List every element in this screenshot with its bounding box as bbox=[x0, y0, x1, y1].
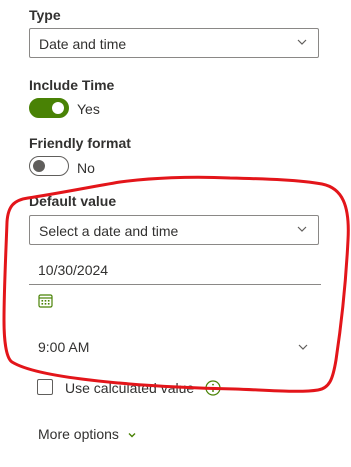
default-value-label: Default value bbox=[29, 193, 117, 209]
default-value-dropdown-value: Select a date and time bbox=[39, 223, 179, 239]
calendar-icon[interactable] bbox=[38, 293, 53, 308]
friendly-format-state: No bbox=[77, 160, 95, 176]
type-dropdown-value: Date and time bbox=[39, 36, 127, 52]
use-calculated-value-label: Use calculated value bbox=[65, 380, 195, 396]
friendly-format-toggle[interactable] bbox=[29, 156, 69, 176]
chevron-down-icon bbox=[297, 226, 307, 232]
chevron-down-icon bbox=[297, 39, 307, 45]
more-options-link[interactable]: More options bbox=[38, 426, 119, 442]
friendly-format-label: Friendly format bbox=[29, 135, 131, 151]
type-dropdown[interactable]: Date and time bbox=[29, 28, 319, 58]
include-time-toggle[interactable] bbox=[29, 98, 69, 118]
date-input-value: 10/30/2024 bbox=[38, 262, 109, 278]
chevron-down-icon bbox=[298, 344, 308, 350]
toggle-knob bbox=[33, 160, 45, 172]
include-time-label: Include Time bbox=[29, 77, 115, 93]
default-value-dropdown[interactable]: Select a date and time bbox=[29, 215, 319, 245]
time-dropdown-value: 9:00 AM bbox=[38, 339, 90, 355]
date-input[interactable]: 10/30/2024 bbox=[29, 254, 321, 285]
include-time-state: Yes bbox=[77, 101, 100, 117]
type-label: Type bbox=[29, 7, 61, 23]
info-icon[interactable] bbox=[205, 380, 221, 396]
time-dropdown[interactable]: 9:00 AM bbox=[29, 332, 321, 362]
chevron-down-icon bbox=[128, 433, 136, 438]
use-calculated-value-checkbox[interactable] bbox=[37, 379, 53, 395]
toggle-knob bbox=[52, 102, 64, 114]
